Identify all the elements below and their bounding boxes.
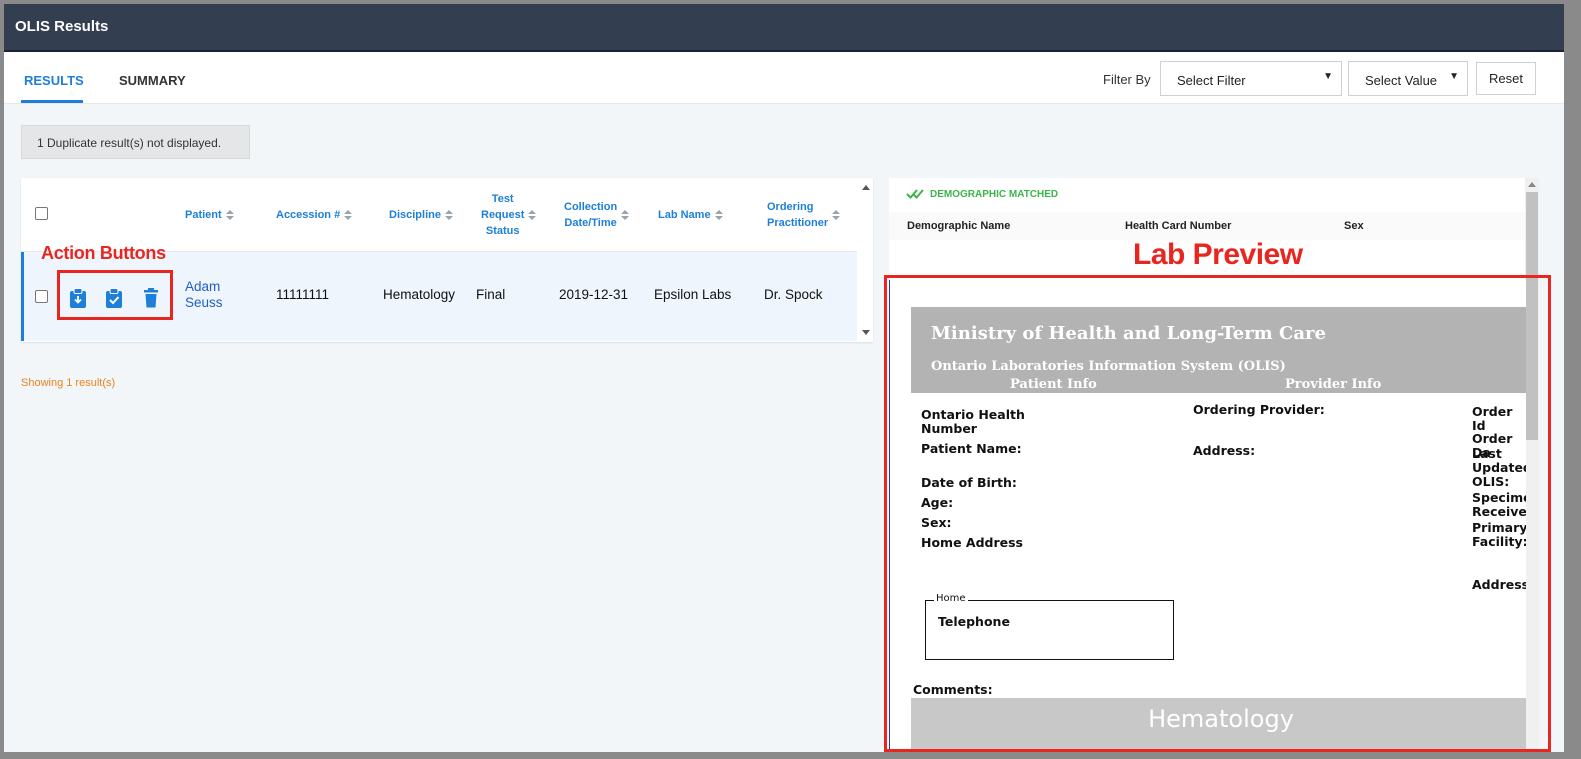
select-value-dropdown[interactable]: Select Value ▼ (1348, 61, 1468, 96)
sex-label: Sex: (921, 515, 952, 530)
demographic-columns: Demographic Name Health Card Number Sex (889, 212, 1526, 240)
header-discipline[interactable]: Discipline (389, 207, 453, 223)
reset-button[interactable]: Reset (1476, 62, 1536, 95)
header-patient[interactable]: Patient (185, 207, 234, 223)
patient-name-link[interactable]: Adam Seuss (185, 279, 223, 311)
home-legend: Home (934, 593, 968, 604)
scroll-down-icon[interactable] (862, 330, 870, 335)
telephone-label: Telephone (938, 614, 1010, 629)
comments-label: Comments: (913, 682, 993, 697)
duplicate-notice: 1 Duplicate result(s) not displayed. (21, 125, 250, 159)
select-value-value: Select Value (1365, 73, 1438, 88)
header-accession[interactable]: Accession # (276, 207, 353, 223)
age-label: Age: (921, 495, 954, 510)
sort-icon (621, 209, 630, 221)
tab-bar: RESULTS SUMMARY Filter By Select Filter … (4, 52, 1564, 104)
sort-icon (528, 209, 537, 221)
action-buttons-highlight (57, 270, 173, 320)
patient-name-label: Patient Name: (921, 441, 1022, 456)
dropdown-arrow-icon: ▼ (1323, 71, 1333, 82)
lab-name-cell: Epsilon Labs (654, 287, 732, 302)
active-tab-indicator (21, 100, 83, 103)
order-id-label: Order Id (1472, 404, 1513, 433)
practitioner-cell: Dr. Spock (764, 287, 823, 302)
provider-address-label: Address: (1193, 443, 1256, 458)
sort-icon (714, 209, 723, 221)
header-collection[interactable]: Collection Date/Time (564, 199, 630, 231)
select-filter-value: Select Filter (1177, 73, 1246, 88)
discipline-banner: Hematology (911, 698, 1526, 749)
action-buttons-annotation: Action Buttons (41, 243, 166, 263)
last-updated-label: Last Updated OLIS: (1472, 446, 1526, 489)
col-sex: Sex (1344, 220, 1364, 232)
ministry-title: Ministry of Health and Long-Term Care (931, 323, 1326, 344)
system-title: Ontario Laboratories Information System … (931, 359, 1286, 374)
discipline-cell: Hematology (383, 287, 456, 302)
col-health-card-number: Health Card Number (1125, 220, 1232, 232)
scroll-up-icon[interactable] (862, 185, 870, 190)
sort-icon (225, 209, 234, 221)
col-demographic-name: Demographic Name (907, 220, 1011, 232)
report-header: Ministry of Health and Long-Term Care On… (911, 307, 1526, 393)
dropdown-arrow-icon: ▼ (1449, 71, 1459, 82)
title-bar: OLIS Results (4, 4, 1564, 52)
tab-summary[interactable]: SUMMARY (119, 73, 186, 88)
double-check-icon (906, 189, 924, 199)
demographic-status: DEMOGRAPHIC MATCHED (889, 178, 1526, 212)
sort-icon (832, 209, 841, 221)
specimen-received-label: SpecimeReceived (1472, 490, 1526, 519)
header-status[interactable]: Test Request Status (481, 191, 537, 239)
ohn-label: Ontario Health Number (921, 407, 1025, 436)
ordering-provider-label: Ordering Provider: (1193, 402, 1325, 417)
demographic-matched-label: DEMOGRAPHIC MATCHED (930, 189, 1059, 200)
select-all-checkbox[interactable] (35, 207, 48, 220)
status-cell: Final (476, 287, 506, 302)
table-scrollbar[interactable] (859, 178, 873, 342)
app-window: OLIS Results RESULTS SUMMARY Filter By S… (4, 4, 1564, 752)
lab-report-highlight: Ministry of Health and Long-Term Care On… (884, 275, 1551, 752)
patient-info-heading: Patient Info (1010, 377, 1097, 392)
window-title: OLIS Results (15, 18, 109, 35)
facility-address-label: Address: (1472, 577, 1526, 592)
scroll-up-icon[interactable] (1528, 182, 1536, 187)
home-address-label: Home Address (921, 535, 1023, 550)
filter-label: Filter By (1103, 72, 1151, 87)
lab-report: Ministry of Health and Long-Term Care On… (889, 280, 1526, 749)
dob-label: Date of Birth: (921, 475, 1017, 490)
lab-preview-annotation: Lab Preview (1133, 238, 1303, 271)
sort-icon (444, 209, 453, 221)
primary-facility-label: Primary Facility: (1472, 520, 1526, 549)
collection-date-cell: 2019-12-31 (559, 287, 629, 302)
results-count: Showing 1 result(s) (21, 377, 116, 389)
sort-icon (344, 209, 353, 221)
table-header: Patient Accession # Discipline Test Requ… (21, 178, 857, 252)
accession-cell: 11111111 (276, 287, 330, 302)
select-filter-dropdown[interactable]: Select Filter ▼ (1160, 61, 1342, 96)
row-checkbox[interactable] (35, 290, 48, 303)
header-lab-name[interactable]: Lab Name (658, 207, 723, 223)
header-ordering-practitioner[interactable]: Ordering Practitioner (767, 199, 841, 231)
home-telephone-box: Home Telephone (925, 593, 1174, 660)
tab-results[interactable]: RESULTS (24, 73, 84, 88)
provider-info-heading: Provider Info (1285, 377, 1382, 392)
